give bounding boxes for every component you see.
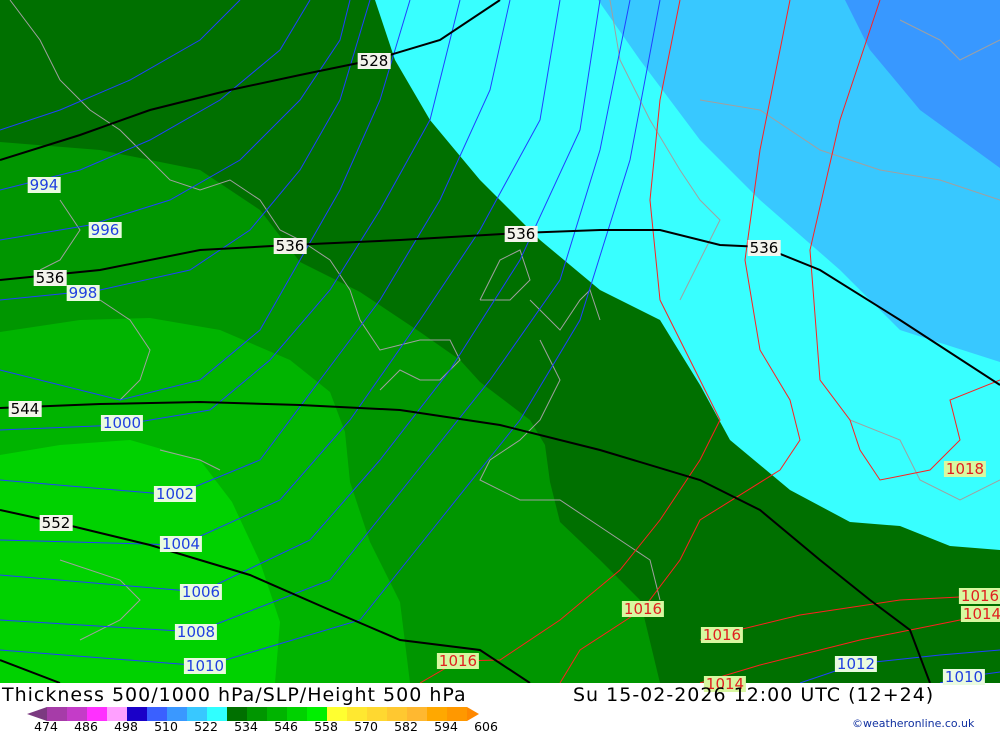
map-title: Thickness 500/1000 hPa/SLP/Height 500 hP… xyxy=(2,684,467,706)
legend-tick: 594 xyxy=(434,719,458,734)
legend-tick: 534 xyxy=(234,719,258,734)
legend-tick: 498 xyxy=(114,719,138,734)
legend-tick: 558 xyxy=(314,719,338,734)
isobar-label: 1016 xyxy=(436,652,480,670)
isobar-label: 1010 xyxy=(183,657,227,675)
copyright-link[interactable]: ©weatheronline.co.uk xyxy=(852,717,974,730)
isobar-label: 1000 xyxy=(100,414,144,432)
thickness-label: 552 xyxy=(39,514,73,532)
legend-tick: 486 xyxy=(74,719,98,734)
isobar-label: 1014 xyxy=(960,606,1000,622)
legend-tick: 474 xyxy=(34,719,58,734)
thickness-label: 536 xyxy=(504,225,538,243)
legend-tick: 570 xyxy=(354,719,378,734)
thickness-label: 528 xyxy=(357,52,391,70)
valid-time: Su 15-02-2026 12:00 UTC (12+24) xyxy=(573,684,935,706)
weather-map xyxy=(0,0,1000,683)
isobar-label: 996 xyxy=(88,221,122,239)
isobar-label: 1006 xyxy=(179,583,223,601)
isobar-label: 1004 xyxy=(159,535,203,553)
legend-tick: 606 xyxy=(474,719,498,734)
thickness-label: 544 xyxy=(8,400,42,418)
isobar-label: 998 xyxy=(66,284,100,302)
legend-ticks: 474 486 498 510 522 534 546 558 570 582 594 606 xyxy=(0,719,520,734)
isobar-label: 1010 xyxy=(942,668,986,686)
legend-tick: 522 xyxy=(194,719,218,734)
legend-tick: 582 xyxy=(394,719,418,734)
isobar-label: 1016 xyxy=(621,600,665,618)
isobar-label: 1016 xyxy=(700,626,744,644)
isobar-label: 1002 xyxy=(153,485,197,503)
thickness-label: 536 xyxy=(273,237,307,255)
isobar-label: 1018 xyxy=(943,460,987,478)
isobar-label: 1016 xyxy=(958,587,1000,605)
legend-tick: 510 xyxy=(154,719,178,734)
legend-tick: 546 xyxy=(274,719,298,734)
thickness-label: 536 xyxy=(747,239,781,257)
isobar-label: 1012 xyxy=(834,655,878,673)
isobar-label: 1008 xyxy=(174,623,218,641)
isobar-label: 994 xyxy=(27,176,61,194)
thickness-label: 536 xyxy=(33,269,67,287)
